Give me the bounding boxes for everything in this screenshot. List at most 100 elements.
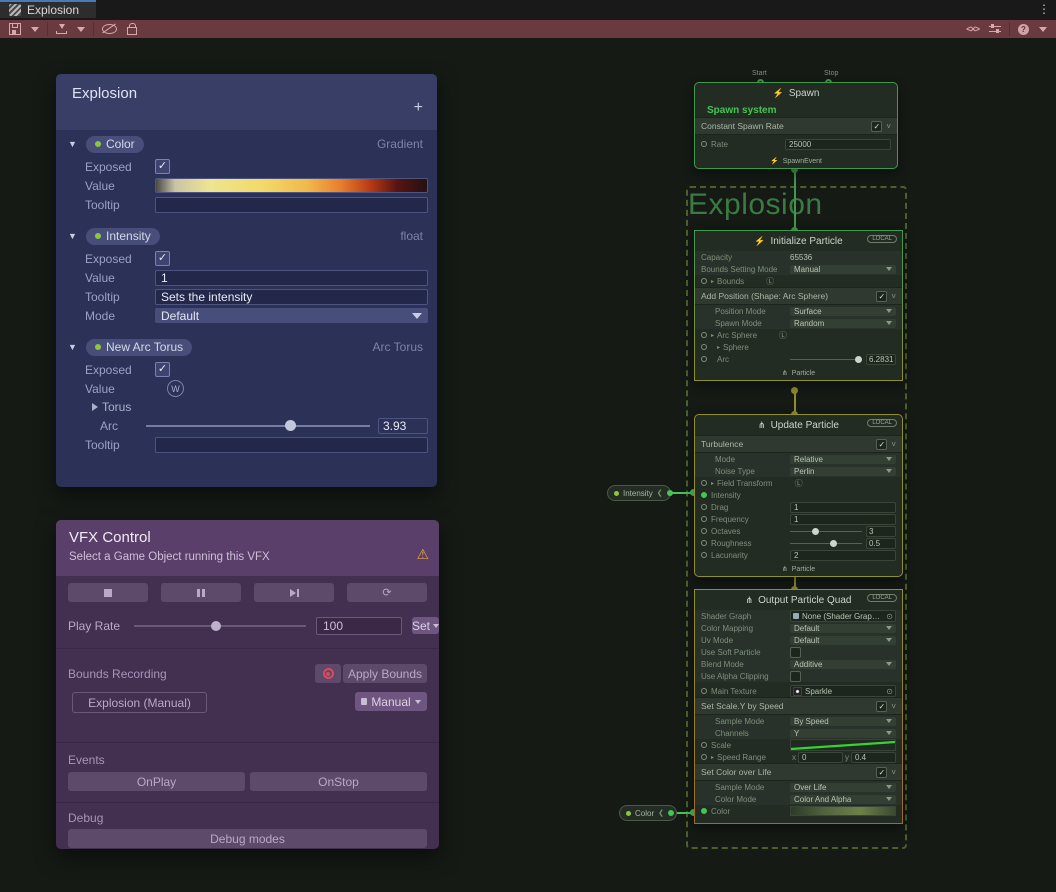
bounds-mode-dropdown[interactable]: Manual	[355, 692, 427, 711]
kebab-menu-icon[interactable]: ⋮	[1038, 2, 1050, 17]
connected-input-port[interactable]	[701, 492, 707, 498]
texture-field[interactable]: Sparkle⊙	[790, 685, 896, 697]
help-dropdown[interactable]	[1034, 21, 1052, 37]
property-pill[interactable]: New Arc Torus	[86, 339, 192, 356]
block-enabled-checkbox[interactable]: ✓	[876, 701, 887, 712]
slider-value-input[interactable]: 3	[866, 526, 896, 537]
setting-dropdown[interactable]: Additive	[790, 660, 896, 669]
object-picker-icon[interactable]: ⊙	[886, 687, 893, 696]
slider-thumb[interactable]	[855, 356, 862, 363]
value-slider[interactable]	[790, 359, 862, 360]
node-output-particle-quad[interactable]: ⋔ Output Particle Quad LOCAL Shader Grap…	[694, 589, 903, 824]
value-input[interactable]: 1	[155, 270, 428, 286]
slider-thumb[interactable]	[830, 540, 837, 547]
slider-value-input[interactable]: 6.2831	[866, 354, 896, 365]
step-button[interactable]	[254, 583, 334, 602]
foldout-triangle-icon[interactable]: ▸	[711, 332, 714, 339]
foldout-triangle-icon[interactable]: ▸	[717, 344, 720, 351]
param-node-intensity[interactable]: Intensity ❮	[607, 485, 671, 501]
setting-dropdown[interactable]: Relative	[790, 455, 896, 464]
chevron-down-icon[interactable]: ˅	[886, 122, 891, 131]
save-dropdown[interactable]	[26, 21, 44, 37]
foldout-triangle-icon[interactable]: ▸	[711, 754, 714, 761]
play-rate-input[interactable]: 100	[316, 617, 402, 635]
value-slider[interactable]	[790, 531, 862, 532]
toggle-visibility-button[interactable]	[97, 21, 122, 37]
code-view-button[interactable]: <×>	[961, 21, 984, 37]
setting-dropdown[interactable]: Random	[790, 319, 896, 328]
connected-input-port[interactable]	[701, 808, 707, 814]
slider-thumb[interactable]	[285, 420, 296, 431]
arc-value-input[interactable]: 3.93	[378, 418, 428, 434]
input-port[interactable]	[701, 278, 707, 284]
param-output-port[interactable]	[668, 810, 674, 816]
record-button[interactable]	[315, 664, 341, 683]
value-input[interactable]: 2	[790, 550, 896, 561]
chevron-down-icon[interactable]: ▼	[68, 231, 78, 241]
setting-dropdown[interactable]: Color And Alpha	[790, 795, 896, 804]
gradient-field[interactable]	[790, 806, 896, 816]
slider-thumb[interactable]	[211, 621, 221, 631]
save-as-button[interactable]	[51, 21, 72, 37]
onstop-button[interactable]: OnStop	[250, 772, 427, 791]
node-spawn[interactable]: ⚡ Spawn Spawn system Constant Spawn Rate…	[694, 82, 898, 169]
debug-modes-button[interactable]: Debug modes	[68, 829, 427, 848]
block-enabled-checkbox[interactable]: ✓	[876, 767, 887, 778]
input-port[interactable]	[701, 552, 707, 558]
input-port[interactable]	[701, 516, 707, 522]
bounds-name-field[interactable]: Explosion (Manual)	[72, 692, 207, 713]
input-port[interactable]	[701, 754, 707, 760]
value-input[interactable]: 25000	[785, 139, 891, 150]
chevron-down-icon[interactable]: ˅	[891, 702, 896, 711]
lock-button[interactable]	[122, 21, 142, 37]
save-button[interactable]	[4, 21, 26, 37]
set-button[interactable]: Set	[412, 617, 439, 634]
input-port[interactable]	[701, 141, 707, 147]
initialize-footer-port[interactable]: ⋔ Particle	[695, 366, 902, 380]
setting-checkbox[interactable]	[790, 671, 801, 682]
world-space-badge[interactable]: W	[167, 380, 184, 397]
collapse-icon[interactable]: ❮	[657, 489, 663, 497]
setting-dropdown[interactable]: Y	[790, 729, 896, 738]
save-as-dropdown[interactable]	[72, 21, 90, 37]
input-port[interactable]	[701, 504, 707, 510]
onplay-button[interactable]: OnPlay	[68, 772, 245, 791]
value-input[interactable]: 1	[790, 514, 896, 525]
play-rate-slider[interactable]	[134, 625, 306, 627]
collapse-icon[interactable]: ❮	[658, 809, 664, 817]
slider-thumb[interactable]	[812, 528, 819, 535]
object-field[interactable]: None (Shader Graph Vfx Asset)⊙	[790, 610, 896, 622]
foldout-triangle-icon[interactable]: ▸	[711, 278, 714, 285]
spawn-footer-port[interactable]: ⚡ SpawnEvent	[695, 154, 897, 168]
node-initialize-particle[interactable]: ⚡ Initialize Particle LOCAL Capacity6553…	[694, 230, 903, 381]
setting-dropdown[interactable]: Surface	[790, 307, 896, 316]
settings-button[interactable]	[984, 21, 1006, 37]
input-port[interactable]	[701, 742, 707, 748]
exposed-checkbox[interactable]: ✓	[155, 159, 170, 174]
x-input[interactable]: 0	[798, 752, 843, 763]
block-enabled-checkbox[interactable]: ✓	[876, 291, 887, 302]
chevron-down-icon[interactable]: ˅	[891, 440, 896, 449]
arc-slider[interactable]	[146, 425, 370, 427]
mode-dropdown[interactable]: Default	[155, 308, 428, 323]
setting-dropdown[interactable]: Default	[790, 636, 896, 645]
object-picker-icon[interactable]: ⊙	[886, 612, 893, 621]
exposed-checkbox[interactable]: ✓	[155, 251, 170, 266]
add-property-button[interactable]: +	[414, 100, 423, 116]
setting-dropdown[interactable]: Perlin	[790, 467, 896, 476]
property-intensity[interactable]: ▼ Intensity float	[56, 223, 437, 249]
help-button[interactable]: ?	[1013, 21, 1034, 37]
chevron-down-icon[interactable]: ▼	[68, 342, 78, 352]
block-enabled-checkbox[interactable]: ✓	[871, 121, 882, 132]
stop-button[interactable]	[68, 583, 148, 602]
tooltip-input[interactable]: Sets the intensity	[155, 289, 428, 305]
tooltip-input[interactable]	[155, 197, 428, 213]
apply-bounds-button[interactable]: Apply Bounds	[343, 664, 427, 683]
tab-explosion[interactable]: Explosion	[0, 0, 96, 18]
property-new-arc-torus[interactable]: ▼ New Arc Torus Arc Torus	[56, 334, 437, 360]
setting-checkbox[interactable]	[790, 647, 801, 658]
input-port[interactable]	[701, 688, 707, 694]
update-footer-port[interactable]: ⋔ Particle	[695, 562, 902, 576]
torus-foldout[interactable]: Torus	[56, 398, 437, 416]
gradient-swatch[interactable]	[155, 178, 428, 193]
